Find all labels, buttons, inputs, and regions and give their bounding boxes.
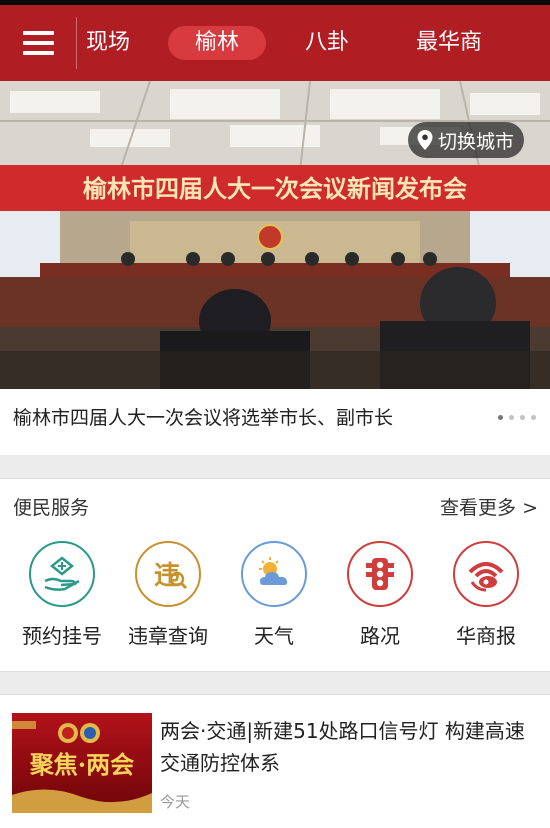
top-nav-bar: 现场 榆林 八卦 最华商 xyxy=(0,0,550,81)
view-more-link[interactable]: 查看更多 > xyxy=(440,493,538,520)
service-label: 预约挂号 xyxy=(22,624,102,648)
location-pin-icon xyxy=(417,130,433,150)
service-appointment[interactable]: 预约挂号 xyxy=(12,541,112,649)
banner-photo-text: 榆林市四届人大一次会议新闻发布会 xyxy=(83,175,467,203)
weather-icon xyxy=(241,541,307,607)
news-title: 两会·交通|新建51处路口信号灯 构建高速交通防控体系 xyxy=(160,719,525,775)
tab-xianchang[interactable]: 现场 xyxy=(83,26,133,60)
switch-city-label: 切换城市 xyxy=(437,130,514,153)
carousel-caption-text: 榆林市四届人大一次会议将选举市长、副市长 xyxy=(13,407,394,429)
tab-zuihuashang[interactable]: 最华商 xyxy=(413,26,485,60)
service-label: 路况 xyxy=(360,624,400,648)
hamburger-menu-icon[interactable] xyxy=(0,5,76,81)
carousel-dot xyxy=(531,415,536,420)
service-label: 华商报 xyxy=(456,624,516,648)
news-carousel[interactable]: 榆林市四届人大一次会议新闻发布会 切换城市 xyxy=(0,81,550,389)
traffic-light-icon xyxy=(347,541,413,607)
services-title: 便民服务 xyxy=(13,497,90,519)
thumbnail-text: 聚焦·两会 xyxy=(29,750,134,779)
carousel-dot xyxy=(498,415,503,420)
carousel-dot xyxy=(520,415,525,420)
service-huashangbao[interactable]: 华商报 xyxy=(436,541,536,649)
traffic-violation-icon: 违 xyxy=(135,541,201,607)
tab-bagua[interactable]: 八卦 xyxy=(304,26,350,60)
menu-divider xyxy=(76,17,77,69)
news-list: 聚焦·两会 两会·交通|新建51处路口信号灯 构建高速交通防控体系 今天 xyxy=(0,694,550,828)
carousel-caption[interactable]: 榆林市四届人大一次会议将选举市长、副市长 xyxy=(0,389,550,455)
switch-city-button[interactable]: 切换城市 xyxy=(407,122,524,158)
service-weather[interactable]: 天气 xyxy=(224,541,324,649)
carousel-dots xyxy=(498,415,536,420)
carousel-dot xyxy=(509,415,514,420)
huashang-logo-icon xyxy=(453,541,519,607)
hand-medical-icon xyxy=(29,541,95,607)
service-road-condition[interactable]: 路况 xyxy=(330,541,430,649)
service-violation-query[interactable]: 违 违章查询 xyxy=(118,541,218,649)
convenience-services: 便民服务 查看更多 > 预约挂号 违 违章查询 天气 路况 华商报 xyxy=(0,478,550,672)
news-thumbnail: 聚焦·两会 xyxy=(12,713,152,813)
service-label: 违章查询 xyxy=(128,624,208,648)
tab-yulin[interactable]: 榆林 xyxy=(168,26,266,60)
svg-text:违: 违 xyxy=(154,561,180,591)
news-time: 今天 xyxy=(160,793,191,811)
service-label: 天气 xyxy=(254,624,294,648)
